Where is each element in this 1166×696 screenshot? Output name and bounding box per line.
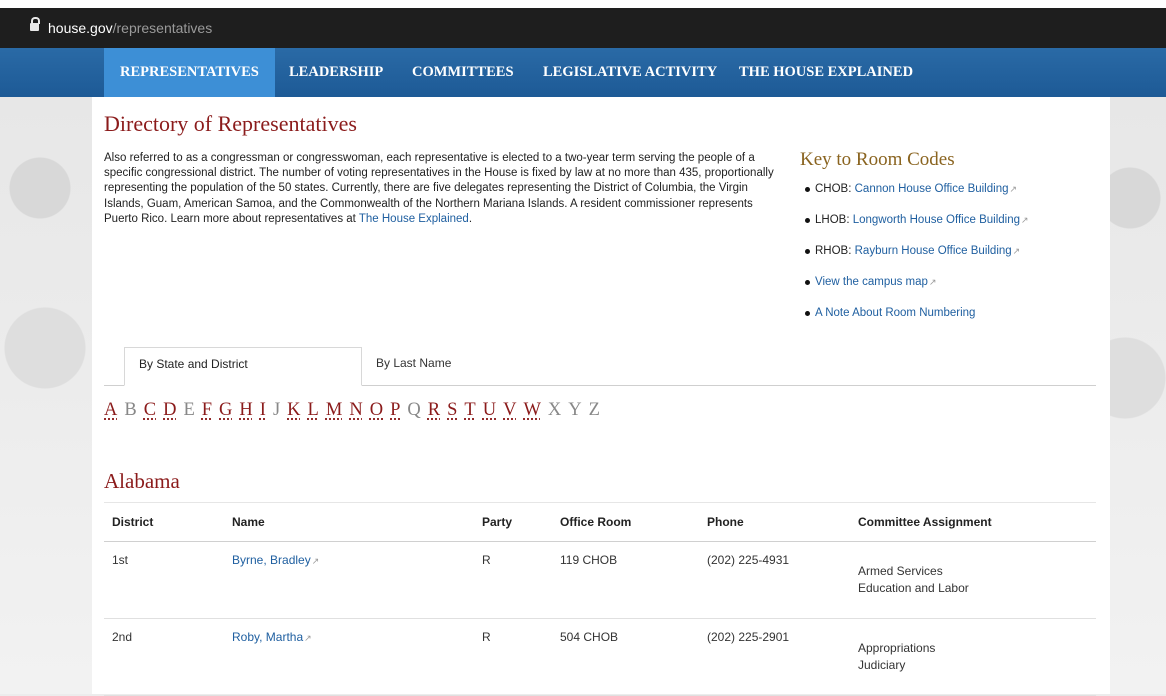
letter-i[interactable]: I: [260, 400, 266, 421]
room-numbering-link[interactable]: A Note About Room Numbering: [815, 307, 975, 319]
letter-c[interactable]: C: [144, 400, 156, 421]
url-text[interactable]: house.gov/representatives: [48, 20, 212, 36]
state-heading: Alabama: [104, 469, 180, 493]
letter-h[interactable]: H: [239, 400, 252, 421]
tab-by-state[interactable]: By State and District: [124, 347, 362, 386]
nav-legislative-activity[interactable]: LEGISLATIVE ACTIVITY: [527, 48, 733, 97]
col-committee: Committee Assignment: [858, 515, 992, 529]
campus-map-item: View the campus map↗: [805, 276, 1029, 307]
house-explained-link[interactable]: The House Explained: [359, 213, 469, 225]
letter-y: Y: [568, 400, 582, 420]
letter-q: Q: [407, 400, 421, 420]
table-row: 2nd Roby, Martha↗ R 504 CHOB (202) 225-2…: [104, 619, 1096, 696]
col-party: Party: [482, 515, 513, 529]
letter-l[interactable]: L: [308, 400, 319, 421]
name-cell: Byrne, Bradley↗: [232, 553, 319, 567]
letter-e: E: [183, 400, 195, 420]
browser-address-bar[interactable]: house.gov/representatives: [0, 0, 1166, 48]
content-panel: Directory of Representatives Also referr…: [92, 97, 1110, 696]
letter-r[interactable]: R: [428, 400, 440, 421]
nav-house-explained[interactable]: THE HOUSE EXPLAINED: [723, 48, 929, 97]
representative-link[interactable]: Byrne, Bradley↗: [232, 553, 319, 567]
nav-committees[interactable]: COMMITTEES: [396, 48, 530, 97]
room-code-chob: CHOB: Cannon House Office Building↗: [805, 183, 1029, 214]
page-title: Directory of Representatives: [104, 111, 357, 136]
room-codes-list: CHOB: Cannon House Office Building↗ LHOB…: [805, 183, 1029, 338]
external-link-icon: ↗: [928, 277, 937, 287]
external-link-icon: ↗: [311, 556, 320, 566]
external-link-icon: ↗: [1012, 246, 1021, 256]
rayburn-building-link[interactable]: Rayburn House Office Building↗: [855, 245, 1021, 257]
letter-a[interactable]: A: [104, 400, 117, 421]
nav-leadership[interactable]: LEADERSHIP: [273, 48, 399, 97]
col-office-room: Office Room: [560, 515, 632, 529]
lock-icon: [30, 17, 40, 31]
main-nav: REPRESENTATIVES LEADERSHIP COMMITTEES LE…: [0, 48, 1166, 97]
table-header: District Name Party Office Room Phone Co…: [104, 502, 1096, 542]
district-cell: 1st: [112, 553, 129, 567]
letter-j: J: [272, 400, 281, 420]
letter-b: B: [124, 400, 137, 420]
intro-text: Also referred to as a congressman or con…: [104, 152, 774, 225]
phone-cell: (202) 225-2901: [707, 630, 790, 644]
phone-cell: (202) 225-4931: [707, 553, 790, 567]
campus-map-link[interactable]: View the campus map↗: [815, 276, 936, 288]
letter-u[interactable]: U: [483, 400, 496, 421]
external-link-icon: ↗: [304, 633, 312, 643]
longworth-building-link[interactable]: Longworth House Office Building↗: [853, 214, 1029, 226]
district-cell: 2nd: [112, 630, 133, 644]
letter-t[interactable]: T: [464, 400, 475, 421]
cannon-building-link[interactable]: Cannon House Office Building↗: [855, 183, 1017, 195]
letter-s[interactable]: S: [447, 400, 457, 421]
party-cell: R: [482, 553, 491, 567]
letter-d[interactable]: D: [163, 400, 176, 421]
representatives-table: District Name Party Office Room Phone Co…: [104, 502, 1096, 696]
col-phone: Phone: [707, 515, 744, 529]
col-district: District: [112, 515, 154, 529]
letter-z: Z: [588, 400, 600, 420]
letter-w[interactable]: W: [523, 400, 540, 421]
office-cell: 504 CHOB: [560, 630, 619, 644]
alphabet-nav: ABCDEFGHIJKLMNOPQRSTUVWXYZ: [104, 400, 607, 421]
letter-v[interactable]: V: [503, 400, 516, 421]
letter-n[interactable]: N: [349, 400, 362, 421]
letter-k[interactable]: K: [287, 400, 300, 421]
party-cell: R: [482, 630, 491, 644]
tab-by-last-name[interactable]: By Last Name: [362, 347, 562, 386]
room-code-lhob: LHOB: Longworth House Office Building↗: [805, 214, 1029, 245]
name-cell: Roby, Martha↗: [232, 630, 312, 644]
room-code-rhob: RHOB: Rayburn House Office Building↗: [805, 245, 1029, 276]
nav-representatives[interactable]: REPRESENTATIVES: [104, 48, 275, 97]
office-cell: 119 CHOB: [560, 553, 618, 567]
room-codes-title: Key to Room Codes: [800, 149, 955, 170]
committee-cell: Armed Services Education and Labor: [858, 564, 969, 595]
table-row: 1st Byrne, Bradley↗ R 119 CHOB (202) 225…: [104, 542, 1096, 619]
letter-o[interactable]: O: [370, 400, 383, 421]
letter-x: X: [547, 400, 562, 420]
letter-g[interactable]: G: [219, 400, 232, 421]
letter-m[interactable]: M: [326, 400, 342, 421]
representative-link[interactable]: Roby, Martha↗: [232, 630, 312, 644]
external-link-icon: ↗: [1009, 184, 1018, 194]
room-numbering-item: A Note About Room Numbering: [805, 307, 1029, 338]
letter-p[interactable]: P: [390, 400, 400, 421]
external-link-icon: ↗: [1021, 215, 1029, 225]
col-name: Name: [232, 515, 265, 529]
letter-f[interactable]: F: [202, 400, 212, 421]
committee-cell: Appropriations Judiciary: [858, 641, 936, 672]
